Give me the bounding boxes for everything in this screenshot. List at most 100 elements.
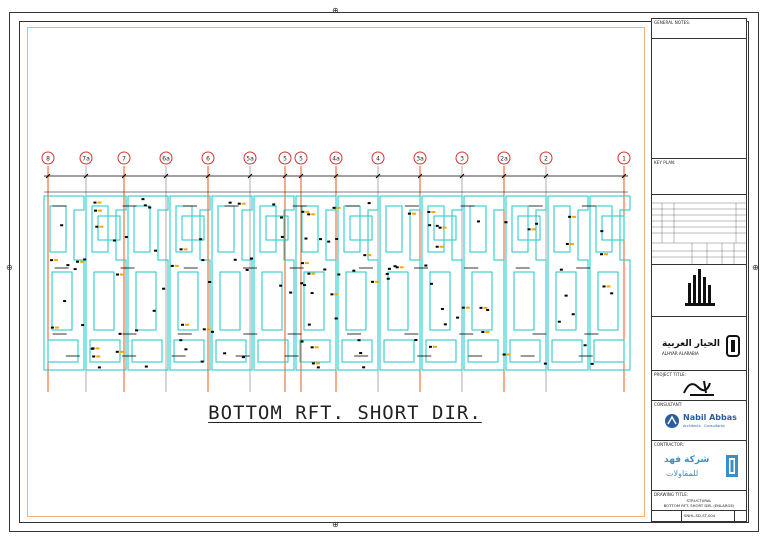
rebar-mark bbox=[272, 203, 276, 206]
rebar-mark bbox=[307, 213, 311, 216]
consultant-sub: Architects - Consultants bbox=[683, 424, 725, 428]
contractor-name: شركة فهد bbox=[664, 455, 710, 465]
consultant-name: Nabil Abbas bbox=[683, 413, 737, 422]
consultant-logo-icon bbox=[665, 414, 679, 428]
wall-outline bbox=[181, 215, 205, 241]
wall-outline bbox=[219, 271, 241, 331]
rebar-mark bbox=[124, 236, 128, 239]
rebar-mark bbox=[245, 268, 249, 271]
key-plan-row: KEY PLAN: bbox=[652, 159, 746, 195]
rebar-mark bbox=[332, 206, 336, 209]
rebar-mark bbox=[461, 306, 465, 309]
rebar-mark bbox=[60, 224, 64, 227]
rebar-mark bbox=[66, 264, 70, 267]
wall-outline bbox=[513, 271, 535, 331]
rebar-mark bbox=[73, 268, 77, 271]
rebar-mark bbox=[327, 240, 331, 243]
rebar-mark bbox=[435, 245, 439, 248]
wall-outline bbox=[49, 205, 67, 253]
wall-outline bbox=[517, 215, 541, 241]
contractor-label: CONTRACTOR: bbox=[654, 442, 685, 447]
drawing-title: BOTTOM RFT. SHORT DIR. bbox=[208, 402, 482, 424]
contractor-row: CONTRACTOR: شركة فهد للمقاولات bbox=[652, 441, 746, 491]
rebar-highlight bbox=[442, 226, 447, 229]
rebar-mark bbox=[387, 267, 391, 270]
wall-outline bbox=[299, 339, 331, 363]
rebar-mark bbox=[50, 326, 54, 329]
rebar-mark bbox=[428, 224, 432, 227]
rebar-mark bbox=[527, 228, 531, 231]
rebar-mark bbox=[280, 235, 284, 238]
grid-bubble-label: 4a bbox=[332, 156, 340, 163]
rebar-mark bbox=[181, 323, 185, 326]
rebar-mark bbox=[602, 285, 606, 288]
rebar-mark bbox=[371, 280, 375, 283]
wall-outline bbox=[597, 271, 619, 331]
rebar-mark bbox=[141, 198, 145, 201]
owner-emblem-icon bbox=[726, 335, 740, 357]
rebar-highlight bbox=[604, 253, 609, 256]
wall-outline bbox=[259, 205, 277, 253]
rebar-mark bbox=[63, 300, 67, 303]
rebar-highlight bbox=[569, 242, 574, 245]
wall-outline bbox=[551, 339, 583, 363]
wall-outline bbox=[217, 205, 235, 253]
rebar-mark bbox=[162, 287, 166, 290]
rebar-highlight bbox=[304, 262, 309, 265]
rebar-mark bbox=[301, 210, 305, 213]
rebar-mark bbox=[200, 360, 204, 363]
rebar-mark bbox=[600, 253, 604, 256]
rebar-mark bbox=[170, 264, 174, 267]
wall-outline bbox=[177, 271, 199, 331]
rebar-mark bbox=[201, 259, 205, 262]
rebar-highlight bbox=[465, 306, 470, 309]
wall-outline bbox=[601, 215, 625, 241]
rebar-mark bbox=[83, 258, 87, 261]
grid-bubble-label: 6 bbox=[206, 156, 210, 163]
rebar-mark bbox=[208, 281, 212, 284]
rebar-mark bbox=[476, 220, 480, 223]
rebar-highlight bbox=[315, 362, 320, 365]
rebar-highlight bbox=[531, 228, 536, 231]
wall-outline bbox=[349, 215, 373, 241]
grid-bubble-label: 3a bbox=[416, 156, 424, 163]
wall-outline bbox=[89, 339, 121, 363]
wall-outline bbox=[469, 205, 487, 253]
wall-outline bbox=[345, 271, 367, 331]
contractor-sub: للمقاولات bbox=[666, 469, 699, 478]
rebar-mark bbox=[179, 248, 183, 251]
rebar-mark bbox=[319, 238, 323, 241]
rebar-mark bbox=[334, 317, 338, 320]
wall-outline bbox=[301, 205, 319, 253]
wall-outline bbox=[553, 205, 571, 253]
rebar-mark bbox=[440, 307, 444, 310]
rebar-highlight bbox=[367, 254, 372, 257]
wall-outline bbox=[131, 339, 163, 363]
rebar-mark bbox=[116, 273, 120, 276]
rebar-mark bbox=[362, 366, 366, 369]
rebar-mark bbox=[135, 329, 139, 332]
rebar-mark bbox=[143, 204, 147, 207]
grid-bubble-label: 1 bbox=[622, 156, 626, 163]
rebar-mark bbox=[148, 206, 152, 209]
rebar-mark bbox=[94, 209, 98, 212]
wall-outline bbox=[51, 271, 73, 331]
rebar-highlight bbox=[185, 323, 190, 326]
rebar-mark bbox=[590, 362, 594, 365]
rebar-mark bbox=[237, 202, 241, 205]
rebar-mark bbox=[429, 282, 433, 285]
drawing-title-line2: BOTTOM RFT. SHORT DIR. (ENLARGE) bbox=[663, 503, 735, 508]
drawing-number-row: SNHL-SD-ST-004 bbox=[652, 511, 746, 521]
rebar-mark bbox=[414, 339, 418, 342]
rebar-mark bbox=[249, 257, 253, 260]
rebar-mark bbox=[543, 362, 547, 365]
wall-outline bbox=[383, 339, 415, 363]
rebar-mark bbox=[486, 308, 490, 311]
owner-logo-row bbox=[652, 265, 746, 317]
rebar-mark bbox=[479, 306, 483, 309]
rebar-highlight bbox=[606, 285, 611, 288]
rebar-highlight bbox=[97, 201, 102, 204]
rebar-mark bbox=[202, 328, 206, 331]
rebar-highlight bbox=[336, 206, 341, 209]
rebar-mark bbox=[310, 346, 314, 349]
